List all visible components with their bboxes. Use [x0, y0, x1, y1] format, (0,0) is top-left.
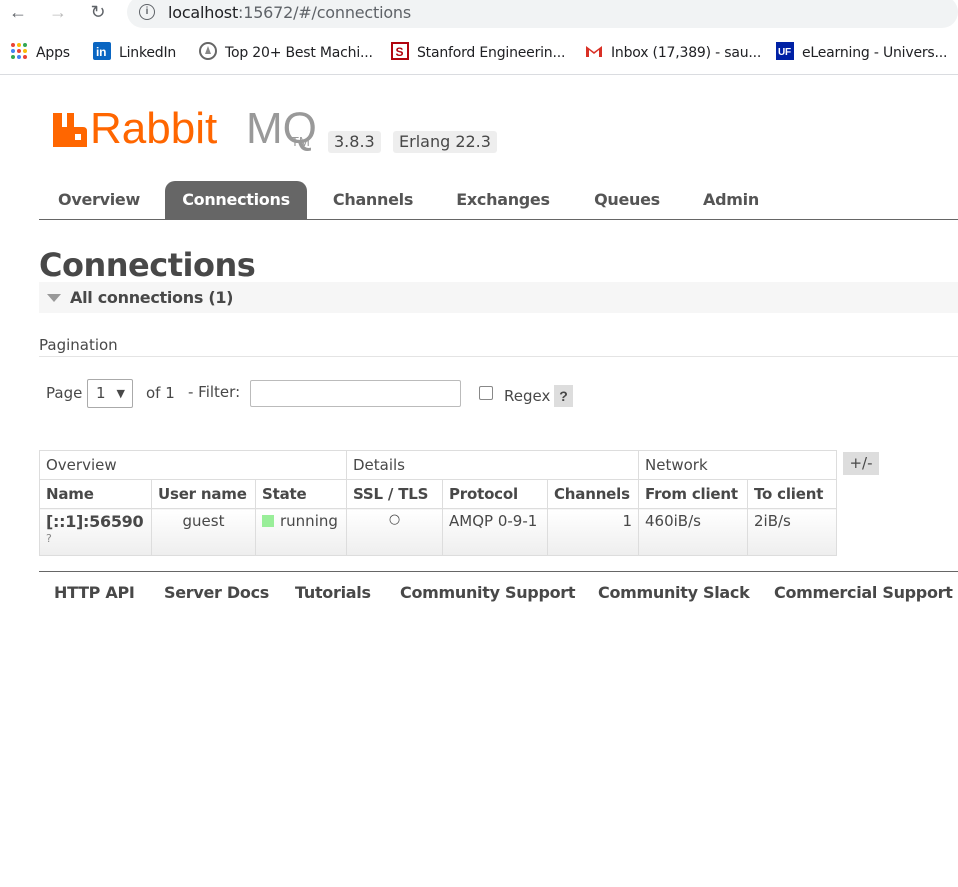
logo-tm-text: TM: [291, 134, 310, 149]
connection-name-link[interactable]: [::1]:56590: [46, 512, 144, 531]
col-ssl-tls[interactable]: SSL / TLS: [346, 479, 443, 509]
footer-link-server-docs[interactable]: Server Docs: [164, 583, 269, 602]
regex-checkbox[interactable]: [479, 386, 493, 400]
url-text: localhost:15672/#/connections: [168, 3, 412, 22]
regex-help-button[interactable]: ?: [554, 385, 573, 407]
col-from-client[interactable]: From client: [638, 479, 748, 509]
footer-divider: [39, 571, 958, 572]
bookmark-label: Inbox (17,389) - sau...: [611, 45, 762, 61]
pagination-divider: [39, 356, 958, 357]
forward-icon[interactable]: →: [48, 2, 68, 22]
group-header-overview: Overview: [39, 450, 347, 480]
bookmark-elearning[interactable]: UF eLearning - Univers...: [776, 42, 947, 64]
chrome-divider: [0, 74, 958, 75]
address-bar[interactable]: i localhost:15672/#/connections: [127, 0, 958, 28]
chevron-down-icon: ▼: [116, 387, 125, 400]
col-user-name[interactable]: User name: [151, 479, 256, 509]
bookmark-label: Top 20+ Best Machi...: [225, 45, 373, 61]
running-status-icon: [262, 515, 274, 527]
logo-rabbit-text: Rabbit: [90, 104, 218, 153]
bookmark-gmail[interactable]: Inbox (17,389) - sau...: [585, 42, 761, 64]
reload-icon[interactable]: ↻: [88, 2, 108, 22]
footer-link-community-slack[interactable]: Community Slack: [598, 583, 750, 602]
tab-queues[interactable]: Queues: [579, 181, 675, 220]
col-to-client[interactable]: To client: [747, 479, 837, 509]
back-icon[interactable]: ←: [8, 2, 28, 22]
erlang-badge: Erlang 22.3: [393, 131, 497, 153]
cell-channels: 1: [547, 508, 639, 556]
svg-text:in: in: [96, 45, 106, 59]
bookmark-machine-learning[interactable]: Top 20+ Best Machi...: [199, 42, 373, 64]
bookmark-label: Apps: [36, 45, 70, 61]
page-label: Page: [46, 384, 83, 402]
bookmark-stanford[interactable]: S Stanford Engineerin...: [391, 42, 565, 64]
tab-connections[interactable]: Connections: [165, 181, 307, 220]
cell-state: running: [255, 508, 347, 556]
footer-link-http-api[interactable]: HTTP API: [54, 583, 135, 602]
tab-admin[interactable]: Admin: [691, 181, 771, 220]
all-connections-toggle[interactable]: All connections (1): [39, 282, 958, 313]
col-protocol[interactable]: Protocol: [442, 479, 548, 509]
tab-overview[interactable]: Overview: [39, 181, 159, 220]
page-title: Connections: [39, 246, 256, 284]
col-state[interactable]: State: [255, 479, 347, 509]
footer-link-community-support[interactable]: Community Support: [400, 583, 576, 602]
filter-label: - Filter:: [188, 383, 241, 401]
bookmark-label: eLearning - Univers...: [802, 45, 948, 61]
cell-user: guest: [151, 508, 256, 556]
collapse-arrow-icon: [47, 294, 61, 302]
section-title: All connections (1): [70, 288, 234, 307]
tab-exchanges[interactable]: Exchanges: [443, 181, 563, 220]
gmail-icon: [585, 42, 603, 60]
linkedin-icon: in: [93, 42, 111, 60]
info-icon[interactable]: i: [139, 4, 155, 20]
page-select-value: 1: [96, 384, 106, 402]
footer-link-tutorials[interactable]: Tutorials: [295, 583, 371, 602]
group-header-details: Details: [346, 450, 639, 480]
bookmark-label: Stanford Engineerin...: [417, 45, 566, 61]
stanford-icon: S: [391, 42, 409, 60]
connections-table: Overview Details Network Name User name …: [39, 450, 837, 556]
version-badge: 3.8.3: [328, 131, 381, 153]
site-icon: [199, 42, 217, 60]
col-name[interactable]: Name: [39, 479, 152, 509]
table-row[interactable]: [::1]:56590 ? guest running ○ AMQP 0-9-1…: [39, 508, 837, 556]
main-nav-tabs: Overview Connections Channels Exchanges …: [39, 181, 958, 220]
rabbitmq-mark-icon: [53, 113, 87, 147]
cell-ssl: ○: [346, 508, 443, 556]
group-header-network: Network: [638, 450, 837, 480]
svg-text:UF: UF: [778, 47, 791, 58]
page-count: of 1: [146, 384, 175, 402]
regex-label: Regex: [504, 387, 551, 405]
cell-from-client: 460iB/s: [638, 508, 748, 556]
bookmark-label: LinkedIn: [119, 45, 177, 61]
browser-toolbar: ← → ↻ i localhost:15672/#/connections: [0, 0, 958, 28]
cell-name[interactable]: [::1]:56590 ?: [39, 508, 152, 556]
tab-channels[interactable]: Channels: [319, 181, 427, 220]
cell-to-client: 2iB/s: [747, 508, 837, 556]
pagination-heading: Pagination: [39, 336, 118, 354]
bookmark-linkedin[interactable]: in LinkedIn: [93, 42, 176, 64]
filter-input[interactable]: [250, 380, 461, 407]
uf-icon: UF: [776, 42, 794, 60]
bookmarks-bar: Apps in LinkedIn Top 20+ Best Machi... S…: [0, 38, 958, 68]
footer-link-commercial-support[interactable]: Commercial Support: [774, 583, 953, 602]
column-toggle-button[interactable]: +/-: [843, 452, 879, 475]
state-text: running: [280, 512, 338, 530]
page-select[interactable]: 1 ▼: [87, 379, 133, 408]
apps-grid-icon: [10, 42, 28, 60]
name-help-hint[interactable]: ?: [46, 532, 145, 545]
col-channels[interactable]: Channels: [547, 479, 639, 509]
svg-text:S: S: [396, 45, 404, 59]
cell-protocol: AMQP 0-9-1: [442, 508, 548, 556]
bookmark-apps[interactable]: Apps: [10, 42, 70, 64]
